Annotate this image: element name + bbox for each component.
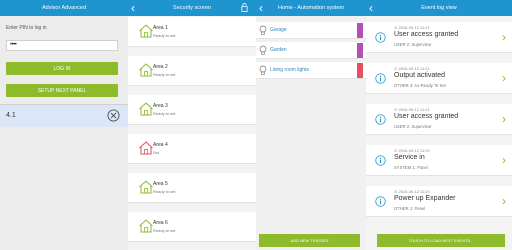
event-timestamp: ⊙ 2016-09-12 11:21 — [394, 107, 430, 112]
security-header: ‹ Security screen — [128, 0, 256, 16]
automation-header: ‹ Home - Automation system — [256, 0, 366, 16]
automation-item[interactable]: Living room lights — [256, 62, 366, 79]
area-status: Ready to set — [153, 72, 176, 77]
area-row[interactable]: Area 3 Ready to set — [128, 95, 256, 125]
automation-toggle[interactable] — [357, 63, 363, 78]
area-name: Area 3 — [153, 103, 168, 109]
back-icon[interactable]: ‹ — [131, 1, 135, 15]
info-icon — [375, 114, 386, 125]
event-row[interactable]: ⊙ 2016-09-12 11:20 Power up Expander OTHER… — [366, 186, 512, 217]
area-status: Set — [153, 150, 160, 155]
area-row[interactable]: Area 5 Ready to set — [128, 173, 256, 203]
event-subtitle: SYSTEM 1: Panel — [394, 165, 428, 170]
setup-next-panel-button[interactable]: SETUP NEXT PANEL — [6, 84, 118, 97]
back-icon[interactable]: ‹ — [259, 1, 263, 15]
area-status: Ready to set — [153, 228, 176, 233]
area-row[interactable]: Area 6 Ready to set — [128, 212, 256, 242]
event-timestamp-text: 2016-09-12 11:21 — [398, 107, 430, 112]
area-row[interactable]: Area 4 Set — [128, 134, 256, 164]
event-timestamp: ⊙ 2016-09-12 11:20 — [394, 189, 430, 194]
house-icon — [139, 63, 153, 77]
event-row[interactable]: ⊙ 2016-09-12 11:21 User access granted USE… — [366, 104, 512, 135]
event-row[interactable]: ⊙ 2016-09-12 11:21 User access granted USE… — [366, 22, 512, 53]
chevron-right-icon[interactable]: › — [502, 195, 506, 207]
automation-panel: ‹ Home - Automation system Garage Garden L… — [256, 0, 366, 250]
clear-icon[interactable] — [107, 109, 120, 122]
event-row[interactable]: ⊙ 2016-09-12 11:20 Service in SYSTEM 1: Pa… — [366, 145, 512, 176]
area-name: Area 4 — [153, 142, 168, 148]
area-name: Area 2 — [153, 64, 168, 70]
info-icon — [375, 196, 386, 207]
chevron-right-icon[interactable]: › — [502, 31, 506, 43]
load-more-button[interactable]: TOUCH TO LOAD NEXT EVENTS... — [377, 234, 505, 247]
area-status: Ready to set — [153, 189, 176, 194]
event-timestamp-text: 2016-09-12 11:21 — [398, 25, 430, 30]
chevron-right-icon[interactable]: › — [502, 154, 506, 166]
automation-toggle[interactable] — [357, 23, 363, 38]
event-subtitle: OTHER 1: Panel — [394, 206, 426, 211]
area-status: Ready to set — [153, 111, 176, 116]
login-panel: Advisor Advanced Enter PIN to log in •••… — [0, 0, 128, 250]
event-timestamp: ⊙ 2016-09-12 11:21 — [394, 66, 430, 71]
bulb-icon — [259, 25, 267, 35]
area-name: Area 1 — [153, 25, 168, 31]
area-row[interactable]: Area 2 Ready to set — [128, 56, 256, 86]
event-title: User access granted — [394, 31, 459, 38]
area-row[interactable]: Area 1 Ready to set — [128, 17, 256, 47]
info-icon — [375, 73, 386, 84]
eventlog-title: Event log view — [421, 5, 457, 11]
house-icon — [139, 180, 153, 194]
panel-entry-row[interactable]: 4.1 — [0, 105, 128, 127]
bulb-icon — [259, 65, 267, 75]
info-icon — [375, 155, 386, 166]
automation-item[interactable]: Garden — [256, 42, 366, 59]
event-title: User access granted — [394, 113, 459, 120]
add-trigger-button[interactable]: ADD NEW TRIGGER — [259, 234, 360, 247]
area-name: Area 6 — [153, 220, 168, 226]
event-title: Power up Expander — [394, 195, 456, 202]
automation-title: Home - Automation system — [277, 5, 345, 11]
event-title: Service in — [394, 154, 425, 161]
event-timestamp: ⊙ 2016-09-12 11:21 — [394, 25, 430, 30]
area-status: Ready to set — [153, 33, 176, 38]
eventlog-header: ‹ Event log view — [366, 0, 512, 16]
automation-item-name: Living room lights — [270, 67, 309, 73]
automation-toggle[interactable] — [357, 43, 363, 58]
security-title: Security screen — [173, 5, 211, 11]
event-subtitle: OTHER 4: A1-Ready To Set — [394, 83, 446, 88]
house-icon — [139, 219, 153, 233]
back-icon[interactable]: ‹ — [369, 1, 373, 15]
event-title: Output activated — [394, 72, 445, 79]
bulb-icon — [259, 45, 267, 55]
house-icon — [139, 102, 153, 116]
house-icon — [139, 141, 153, 155]
automation-item-name: Garage — [270, 27, 287, 33]
event-timestamp-text: 2016-09-12 11:20 — [398, 148, 430, 153]
security-panel: ‹ Security screen Area 1 Ready to set Area… — [128, 0, 256, 250]
panel-entry-text: 4.1 — [6, 112, 16, 119]
pin-input[interactable]: •••• — [6, 40, 118, 51]
chevron-right-icon[interactable]: › — [502, 72, 506, 84]
login-button[interactable]: LOG IN — [6, 62, 118, 75]
chevron-right-icon[interactable]: › — [502, 113, 506, 125]
pin-label: Enter PIN to log in — [6, 25, 47, 31]
event-subtitle: USER 2: Supervisor — [394, 124, 432, 129]
event-timestamp-text: 2016-09-12 11:21 — [398, 66, 430, 71]
event-timestamp: ⊙ 2016-09-12 11:20 — [394, 148, 430, 153]
event-subtitle: USER 2: Supervisor — [394, 42, 432, 47]
automation-item[interactable]: Garage — [256, 22, 366, 39]
event-row[interactable]: ⊙ 2016-09-12 11:21 Output activated OTHER … — [366, 63, 512, 94]
area-name: Area 5 — [153, 181, 168, 187]
event-timestamp-text: 2016-09-12 11:20 — [398, 189, 430, 194]
lock-icon[interactable] — [241, 3, 248, 12]
login-title: Advisor Advanced — [41, 5, 87, 11]
automation-item-name: Garden — [270, 47, 287, 53]
house-icon — [139, 24, 153, 38]
info-icon — [375, 32, 386, 43]
login-header: Advisor Advanced — [0, 0, 128, 16]
eventlog-panel: ‹ Event log view ⊙ 2016-09-12 11:21 User … — [366, 0, 512, 250]
